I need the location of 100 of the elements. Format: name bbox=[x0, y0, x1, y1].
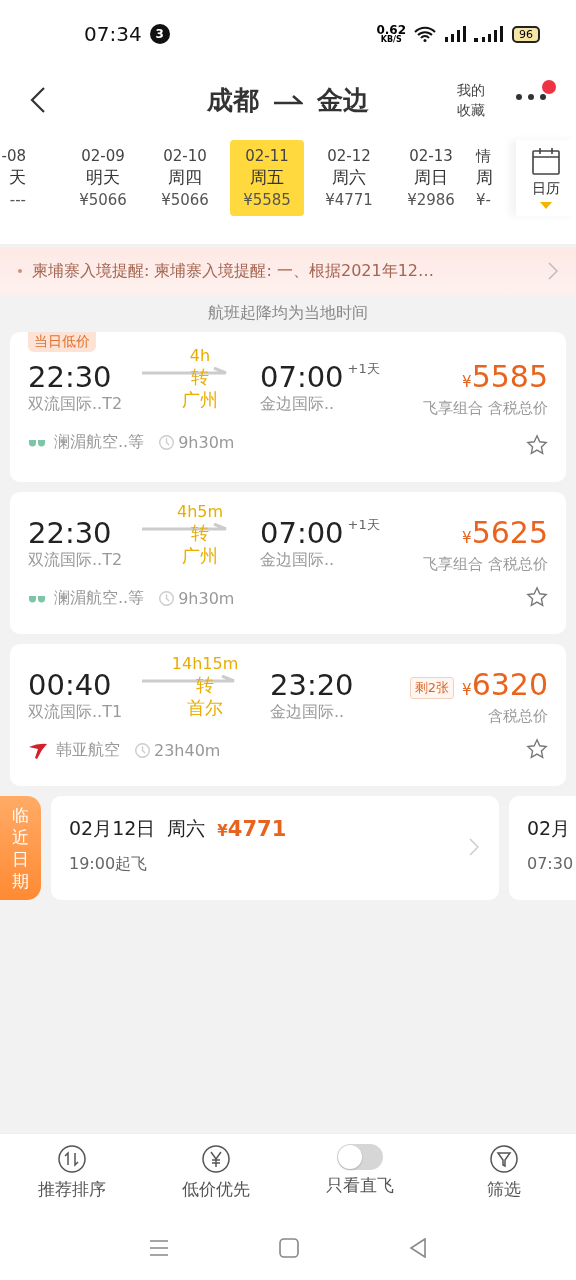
sort-option[interactable]: 筛选 bbox=[432, 1134, 576, 1215]
destination-city: 金边 bbox=[317, 83, 369, 117]
departure-time: 22:30 bbox=[28, 516, 112, 550]
star-icon bbox=[526, 586, 548, 608]
filter-icon bbox=[489, 1144, 519, 1174]
sort-option[interactable]: 推荐排序 bbox=[0, 1134, 144, 1215]
time-note: 航班起降均为当地时间 bbox=[207, 302, 369, 324]
arrival-airport: 金边国际.. bbox=[260, 394, 335, 415]
calendar-icon bbox=[531, 146, 561, 176]
notification-badge: 3 bbox=[149, 24, 170, 44]
date-tab[interactable]: 02-10 周四 ¥5066 bbox=[148, 140, 222, 216]
nearby-weekday: 周六 bbox=[167, 816, 206, 841]
clock-icon bbox=[134, 742, 151, 759]
wifi-icon bbox=[414, 26, 436, 42]
transfer-label: 转 bbox=[196, 674, 214, 696]
calendar-button[interactable]: 日历 bbox=[516, 140, 576, 216]
net-speed-unit: KB/S bbox=[380, 36, 402, 44]
back-icon bbox=[30, 86, 46, 114]
transfer-label: 转 bbox=[191, 366, 209, 388]
date-tab[interactable]: 情 周 ¥- bbox=[476, 140, 506, 216]
yen-icon bbox=[201, 1144, 231, 1174]
airline-name: 澜湄航空..等 bbox=[54, 432, 145, 453]
arrival-time: 07:00 bbox=[260, 360, 344, 394]
chevron-right-icon bbox=[548, 262, 558, 280]
origin-city: 成都 bbox=[207, 83, 259, 117]
price: ¥6320 bbox=[462, 668, 548, 704]
flight-duration: 23h40m bbox=[154, 741, 221, 760]
sunglasses-icon bbox=[28, 593, 46, 604]
date-tab[interactable]: 02-13 周日 ¥2986 bbox=[394, 140, 468, 216]
price-note: 含税总价 bbox=[488, 707, 548, 726]
sunglasses-icon bbox=[28, 437, 46, 448]
departure-airport: 双流国际..T2 bbox=[28, 394, 123, 415]
direct-flight-toggle[interactable]: 只看直飞 bbox=[288, 1134, 432, 1215]
toggle-switch bbox=[337, 1144, 383, 1170]
menu-icon bbox=[149, 1238, 169, 1257]
transfer-city: 首尔 bbox=[187, 696, 223, 720]
signal-icon bbox=[474, 26, 504, 42]
sort-option[interactable]: 低价优先 bbox=[144, 1134, 288, 1215]
favorite-button[interactable] bbox=[526, 738, 548, 760]
favorites-link[interactable]: 我的收藏 bbox=[455, 80, 487, 120]
transfer-city: 广州 bbox=[182, 388, 218, 412]
transfer-city: 广州 bbox=[182, 544, 218, 568]
star-icon bbox=[526, 434, 548, 456]
airline-name: 韩亚航空 bbox=[56, 740, 120, 761]
date-tab[interactable]: 02-12 周六 ¥4771 bbox=[312, 140, 386, 216]
signal-icon bbox=[444, 26, 466, 42]
price-note: 飞享组合 含税总价 bbox=[423, 399, 548, 418]
notice-banner[interactable]: 柬埔寨入境提醒: 柬埔寨入境提醒: 一、根据2021年12… bbox=[0, 247, 576, 295]
favorite-button[interactable] bbox=[526, 434, 548, 456]
nearby-date-card[interactable]: 02月 07:30 bbox=[509, 796, 576, 900]
arrival-time: 07:00 bbox=[260, 516, 344, 550]
nearby-date: 02月12日 bbox=[69, 816, 156, 841]
favorite-button[interactable] bbox=[526, 586, 548, 608]
departure-time: 22:30 bbox=[28, 360, 112, 394]
status-time: 07:34 bbox=[84, 22, 142, 46]
day-offset: +1天 bbox=[347, 360, 380, 378]
menu-button[interactable] bbox=[149, 1238, 169, 1257]
price: ¥5585 bbox=[462, 360, 548, 396]
sort-icon bbox=[57, 1144, 87, 1174]
layover-duration: 4h5m bbox=[176, 502, 224, 522]
nearby-date: 02月 bbox=[527, 816, 571, 841]
arrival-time: 23:20 bbox=[270, 668, 354, 702]
clock-icon bbox=[158, 590, 176, 607]
price-note: 飞享组合 含税总价 bbox=[423, 555, 548, 574]
battery-icon: 96 bbox=[512, 25, 540, 43]
departure-airport: 双流国际..T1 bbox=[28, 702, 123, 723]
more-button[interactable] bbox=[516, 94, 546, 100]
departure-time: 07:30 bbox=[527, 854, 574, 873]
departure-time: 19:00起飞 bbox=[69, 854, 148, 875]
nearby-date-card[interactable]: 02月12日 周六 ¥4771 19:00起飞 bbox=[51, 796, 499, 900]
swoosh-icon bbox=[28, 741, 48, 760]
departure-time: 00:40 bbox=[28, 668, 112, 702]
seats-left-badge: 剩2张 bbox=[409, 676, 455, 699]
departure-airport: 双流国际..T2 bbox=[28, 550, 123, 571]
date-tab[interactable]: 02-11 周五 ¥5585 bbox=[230, 140, 304, 216]
square-icon bbox=[279, 1237, 299, 1258]
day-offset: +1天 bbox=[347, 516, 380, 534]
flight-duration: 9h30m bbox=[178, 589, 235, 608]
home-button[interactable] bbox=[279, 1237, 299, 1258]
layover-duration: 14h15m bbox=[171, 654, 239, 674]
layover-duration: 4h bbox=[189, 346, 211, 366]
transfer-label: 转 bbox=[191, 522, 209, 544]
flight-card[interactable]: 00:40 双流国际..T1 14h15m 转 首尔 23:20 金边国际.. 剩2张 ¥6320 含税总价 韩亚航空 23h40m bbox=[10, 644, 566, 786]
back-nav-button[interactable] bbox=[409, 1237, 427, 1258]
nearby-price: ¥4771 bbox=[217, 817, 287, 841]
notice-text: 柬埔寨入境提醒: 柬埔寨入境提醒: 一、根据2021年12… bbox=[32, 260, 435, 282]
date-tab[interactable]: 02-09 明天 ¥5066 bbox=[66, 140, 140, 216]
chevron-right-icon bbox=[469, 838, 479, 856]
price: ¥5625 bbox=[462, 516, 548, 552]
dropdown-caret-icon bbox=[540, 202, 552, 209]
arrival-airport: 金边国际.. bbox=[260, 550, 335, 571]
nearby-dates-label: 临近日期 bbox=[0, 796, 41, 900]
airline-name: 澜湄航空..等 bbox=[54, 588, 145, 609]
flight-duration: 9h30m bbox=[178, 433, 235, 452]
date-tab[interactable]: -08 天 --- bbox=[0, 140, 26, 216]
clock-icon bbox=[158, 434, 176, 451]
net-speed: 0.62 bbox=[376, 24, 406, 36]
more-icon bbox=[516, 94, 546, 100]
star-icon bbox=[526, 738, 548, 760]
triangle-icon bbox=[409, 1237, 427, 1258]
